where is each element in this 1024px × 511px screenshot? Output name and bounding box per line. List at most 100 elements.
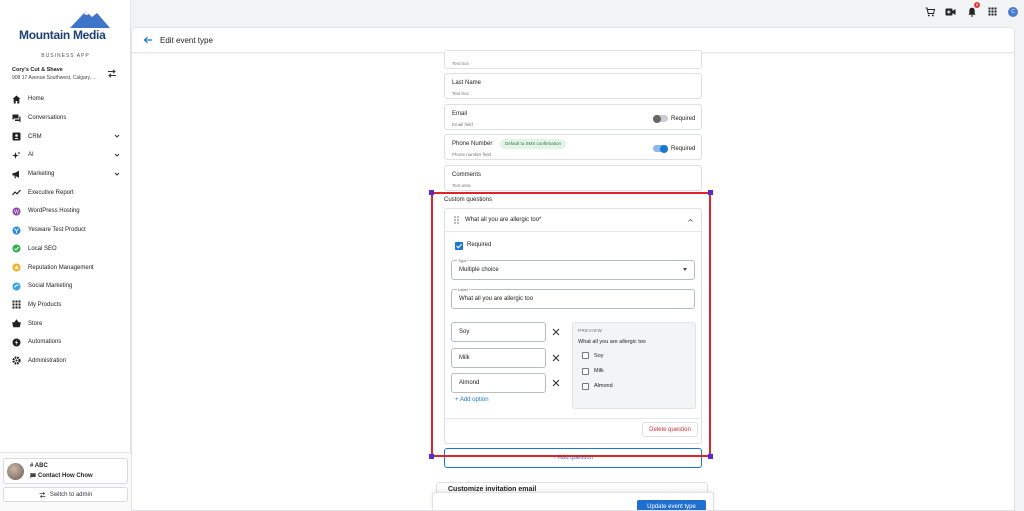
- mountain-logo-icon: [70, 11, 110, 28]
- field-type: Text box: [452, 61, 469, 66]
- sidebar-item-store[interactable]: Store: [0, 314, 131, 333]
- brand-logo[interactable]: Mountain Media BUSINESS APP: [0, 8, 131, 59]
- option-input[interactable]: Soy: [451, 322, 546, 342]
- remove-option-icon[interactable]: [552, 354, 560, 362]
- chevron-down-icon[interactable]: [114, 133, 120, 139]
- type-select[interactable]: Type * Multiple choice: [451, 258, 695, 280]
- selection-handle[interactable]: [708, 190, 713, 195]
- switch-to-admin-button[interactable]: Switch to admin: [3, 487, 128, 502]
- preview-option-label: Milk: [594, 368, 604, 374]
- preview-option-label: Almond: [594, 383, 613, 389]
- option-input[interactable]: Milk: [451, 348, 546, 368]
- gear-icon: [11, 356, 21, 366]
- sidebar-item-local-seo[interactable]: Local SEO: [0, 240, 131, 259]
- yesware-icon: [11, 225, 21, 235]
- phone-required-toggle[interactable]: [653, 144, 668, 153]
- sidebar-item-label: Marketing: [28, 171, 55, 178]
- home-icon: [11, 94, 21, 104]
- selection-handle[interactable]: [708, 454, 713, 459]
- sidebar-item-ai[interactable]: AI: [0, 146, 131, 165]
- sidebar-footer: # ABC Contact How Chow Switch to admin: [0, 452, 131, 511]
- sidebar-item-wordpress-hosting[interactable]: W WordPress Hosting: [0, 202, 131, 221]
- chevron-down-icon[interactable]: [114, 171, 120, 177]
- basket-icon: [11, 319, 21, 329]
- sidebar-item-label: My Products: [28, 301, 62, 308]
- back-arrow-icon[interactable]: [143, 35, 153, 45]
- update-event-type-button[interactable]: Update event type: [637, 500, 706, 510]
- sidebar-item-label: AI: [28, 152, 34, 159]
- question-header[interactable]: What all you are allergic too*: [445, 209, 701, 232]
- business-info[interactable]: Cory's Cut & Shave 908 17 Avenue Southwe…: [12, 67, 122, 81]
- field-label: Last Name: [452, 80, 482, 86]
- video-icon[interactable]: [945, 6, 956, 17]
- question-title: What all you are allergic too*: [465, 217, 542, 223]
- cart-icon[interactable]: [924, 6, 935, 17]
- preview-checkbox[interactable]: [582, 383, 589, 390]
- chat-icon: [11, 113, 21, 123]
- email-required-toggle[interactable]: [653, 114, 668, 123]
- user-contact[interactable]: Contact How Chow: [30, 473, 93, 479]
- type-select-value: Multiple choice: [459, 267, 499, 273]
- label-input-value: What all you are allergic too: [459, 296, 534, 302]
- remove-option-icon[interactable]: [552, 328, 560, 336]
- divider: [445, 418, 701, 419]
- label-input[interactable]: Label * What all you are allergic too: [451, 287, 695, 309]
- sidebar-item-automations[interactable]: Automations: [0, 333, 131, 352]
- preview-checkbox[interactable]: [582, 352, 589, 359]
- option-value: Almond: [459, 380, 480, 386]
- topbar-icons: 8 C: [924, 2, 1018, 17]
- sidebar-item-label: CRM: [28, 133, 42, 140]
- add-question-button[interactable]: + Add question: [444, 448, 702, 468]
- required-label: Required: [671, 146, 696, 152]
- svg-text:W: W: [14, 209, 19, 215]
- apps-grid-icon[interactable]: [987, 6, 998, 17]
- sidebar-item-social-marketing[interactable]: Social Marketing: [0, 277, 131, 296]
- custom-question-card: What all you are allergic too* Required …: [444, 208, 702, 444]
- delete-question-button[interactable]: Delete question: [642, 422, 698, 437]
- field-last-name[interactable]: Last Name Text box: [444, 73, 702, 99]
- option-input[interactable]: Almond: [451, 373, 546, 393]
- field-comments[interactable]: Comments Text area: [444, 165, 702, 191]
- seo-icon: [11, 244, 21, 254]
- bell-icon[interactable]: 8: [966, 2, 980, 17]
- required-checkbox[interactable]: [455, 242, 463, 250]
- user-name: # ABC: [30, 463, 48, 469]
- page-title: Edit event type: [160, 36, 213, 45]
- add-option-link[interactable]: + Add option: [455, 397, 489, 403]
- field-email[interactable]: Email Email field Required: [444, 104, 702, 130]
- switch-business-icon[interactable]: [107, 69, 117, 78]
- switch-to-admin-label: Switch to admin: [49, 491, 93, 498]
- sidebar-item-label: Administration: [28, 357, 67, 364]
- sidebar-item-executive-report[interactable]: Executive Report: [0, 183, 131, 202]
- sidebar-item-my-products[interactable]: My Products: [0, 296, 131, 315]
- sidebar-item-label: Home: [28, 96, 45, 103]
- preview-checkbox[interactable]: [582, 368, 589, 375]
- sms-confirmation-chip: Default to SMS confirmation: [500, 139, 567, 149]
- sidebar-item-label: Executive Report: [28, 189, 74, 196]
- sidebar-item-home[interactable]: Home: [0, 90, 131, 109]
- field-first-name[interactable]: Text box: [444, 50, 702, 69]
- drag-handle-icon[interactable]: [454, 216, 459, 224]
- chevron-up-icon[interactable]: [687, 217, 694, 224]
- option-value: Milk: [459, 355, 470, 361]
- user-card[interactable]: # ABC Contact How Chow: [3, 458, 128, 484]
- remove-option-icon[interactable]: [552, 379, 560, 387]
- sidebar-item-administration[interactable]: Administration: [0, 352, 131, 371]
- field-label: Comments: [452, 172, 482, 178]
- field-type: Email field: [452, 122, 473, 127]
- sidebar-item-conversations[interactable]: Conversations: [0, 109, 131, 128]
- message-icon: [30, 473, 36, 479]
- sidebar-item-marketing[interactable]: Marketing: [0, 165, 131, 184]
- sidebar-item-crm[interactable]: CRM: [0, 127, 131, 146]
- check-icon: [456, 243, 462, 249]
- preview-question: What all you are allergic too: [578, 339, 646, 345]
- sidebar-item-reputation-management[interactable]: Reputation Management: [0, 258, 131, 277]
- sidebar-item-yesware[interactable]: Yesware Test Product: [0, 221, 131, 240]
- label-input-label: Label *: [457, 287, 472, 292]
- selection-handle[interactable]: [429, 454, 434, 459]
- megaphone-icon: [11, 169, 21, 179]
- user-menu-avatar[interactable]: C: [1008, 6, 1018, 17]
- selection-handle[interactable]: [429, 190, 434, 195]
- field-phone-number[interactable]: Phone Number Default to SMS confirmation…: [444, 134, 702, 160]
- chevron-down-icon[interactable]: [114, 152, 120, 158]
